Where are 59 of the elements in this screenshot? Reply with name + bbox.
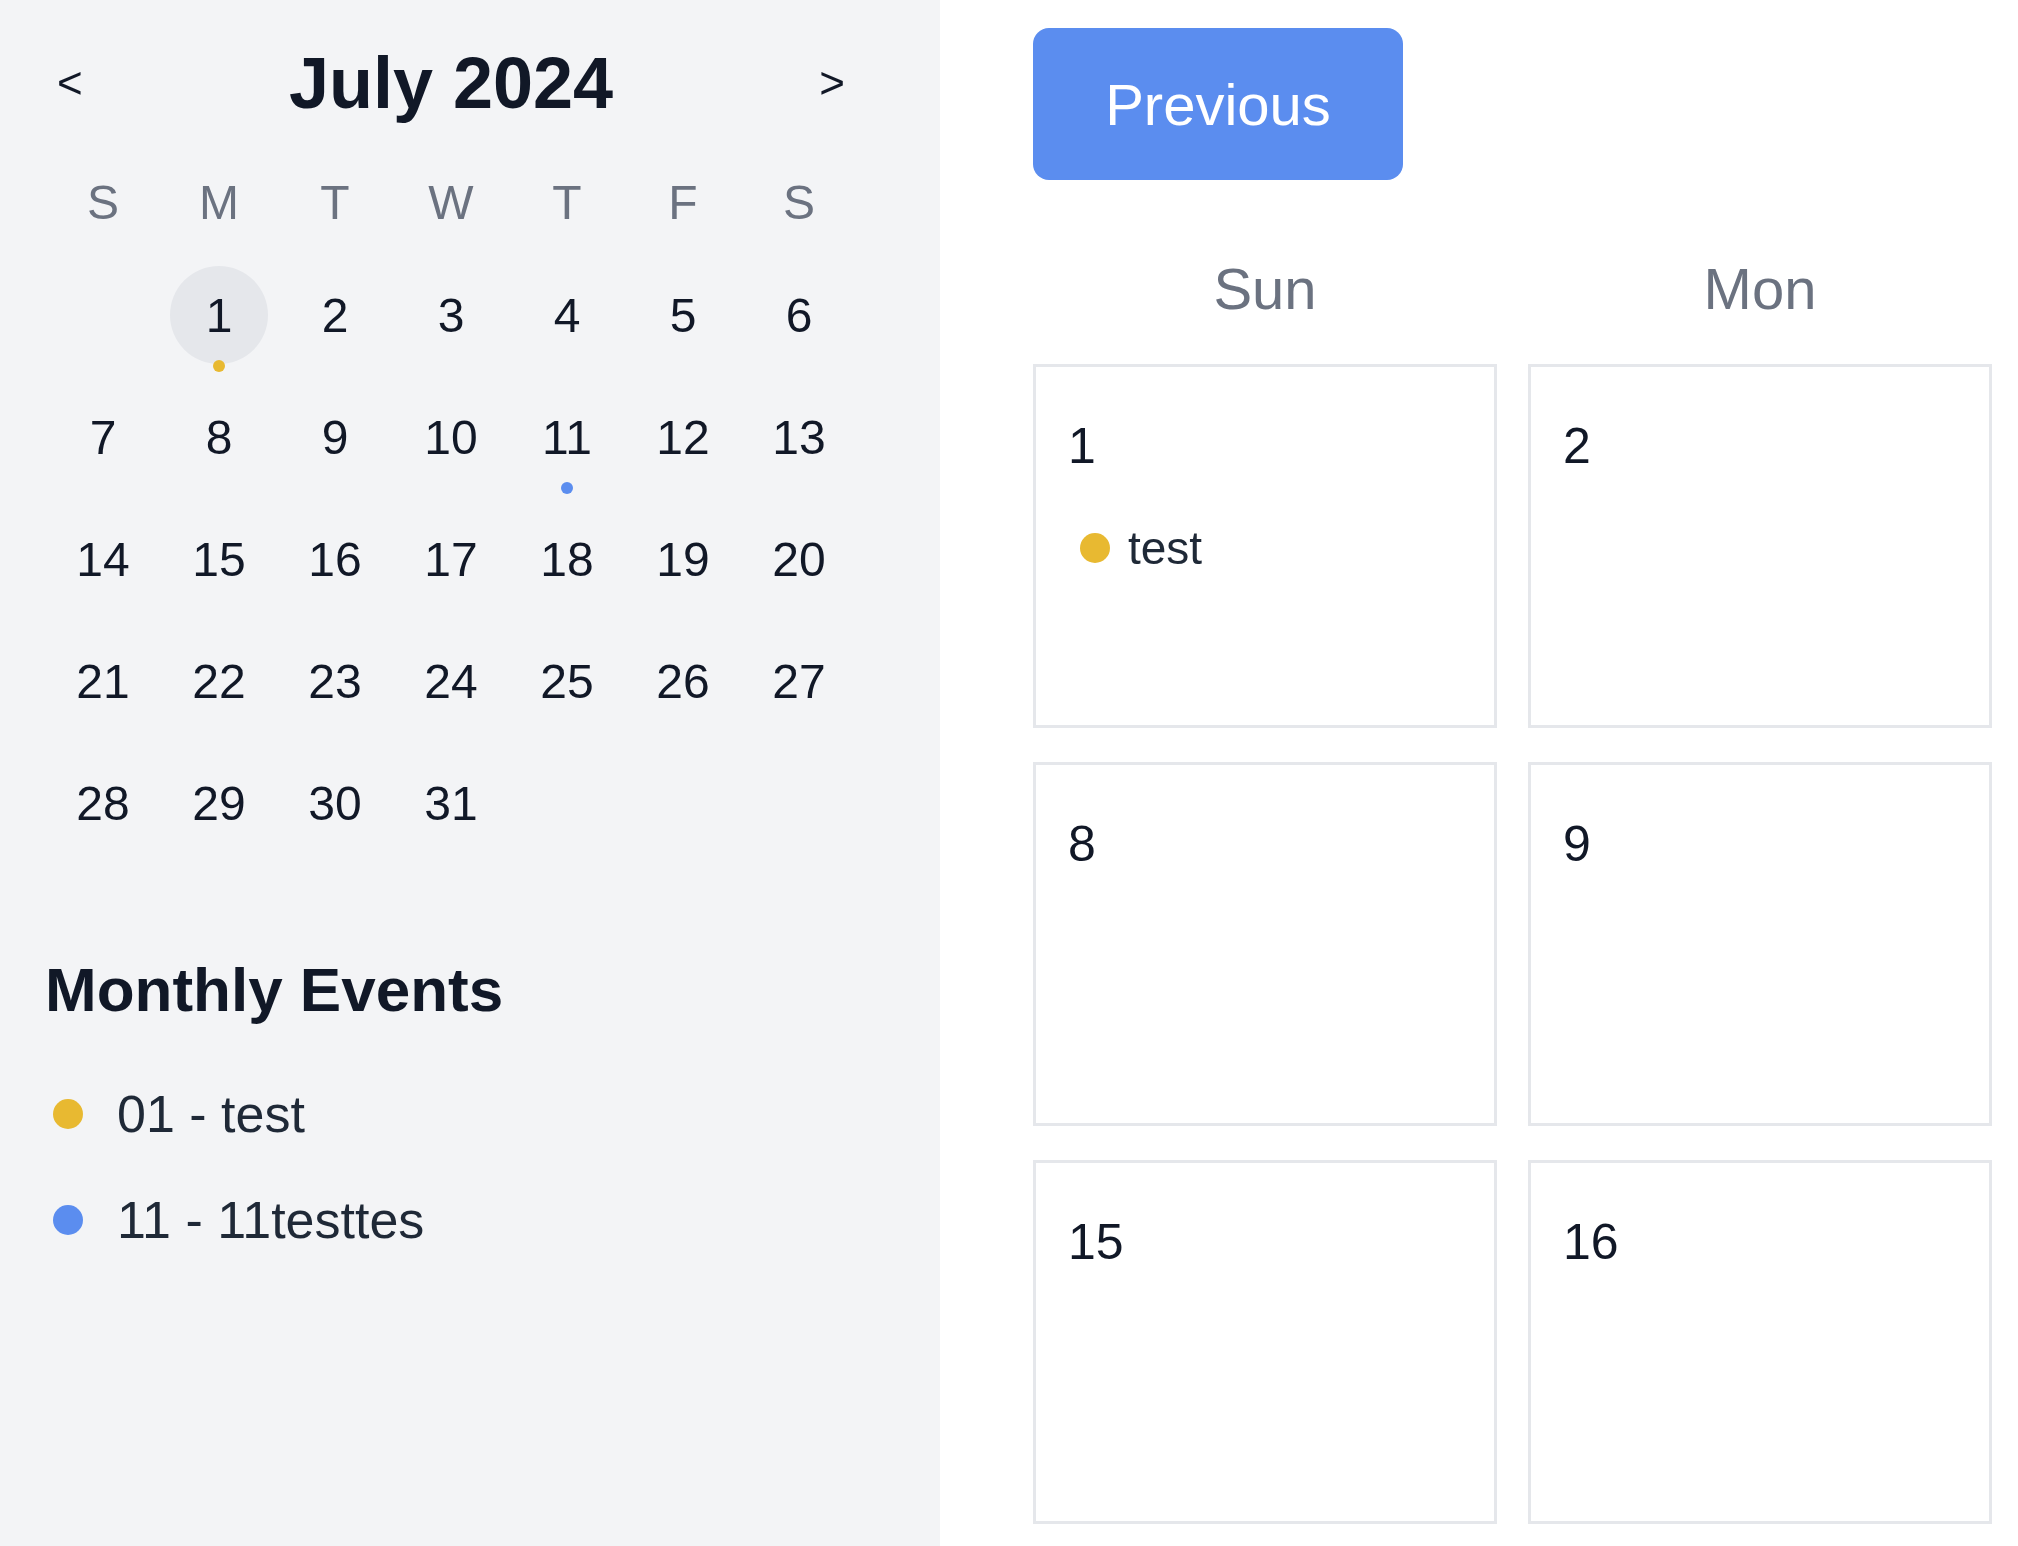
calendar-day[interactable]: 12 <box>634 388 732 486</box>
calendar-day[interactable]: 27 <box>750 632 848 730</box>
calendar-day[interactable]: 19 <box>634 510 732 608</box>
weekday-label: F <box>667 175 699 231</box>
calendar-day[interactable]: 23 <box>286 632 384 730</box>
previous-month-button[interactable]: < <box>45 58 95 108</box>
day-number: 9 <box>1563 815 1591 873</box>
calendar-day[interactable]: 17 <box>402 510 500 608</box>
day-column-header: Mon <box>1702 255 1818 323</box>
day-number: 15 <box>1068 1213 1124 1271</box>
calendar-day[interactable]: 16 <box>286 510 384 608</box>
calendar-day[interactable]: 30 <box>286 754 384 852</box>
day-number: 16 <box>1563 1213 1619 1271</box>
calendar-day[interactable]: 3 <box>402 266 500 364</box>
calendar-day[interactable]: 29 <box>170 754 268 852</box>
day-cell[interactable]: 16 <box>1528 1160 1992 1524</box>
calendar-day[interactable]: 21 <box>54 632 152 730</box>
calendar-day[interactable]: 2 <box>286 266 384 364</box>
day-cell[interactable]: 1 test <box>1033 364 1497 728</box>
next-month-button[interactable]: > <box>807 58 857 108</box>
calendar-day[interactable]: 5 <box>634 266 732 364</box>
day-cell[interactable]: 8 <box>1033 762 1497 1126</box>
weekday-label: T <box>319 175 351 231</box>
calendar-day[interactable]: 22 <box>170 632 268 730</box>
day-number: 2 <box>1563 417 1591 475</box>
day-cell[interactable]: 15 <box>1033 1160 1497 1524</box>
calendar-day[interactable]: 14 <box>54 510 152 608</box>
day-number: 8 <box>1068 815 1096 873</box>
weekday-label: W <box>427 175 475 231</box>
calendar-day[interactable]: 1 <box>170 266 268 364</box>
day-cell[interactable]: 2 <box>1528 364 1992 728</box>
weekday-label: S <box>86 175 120 231</box>
calendar-day[interactable]: 10 <box>402 388 500 486</box>
event-label: 11 - 11testtes <box>117 1190 425 1250</box>
day-column-header: Sun <box>1212 255 1318 323</box>
calendar-day[interactable]: 24 <box>402 632 500 730</box>
calendar-day[interactable]: 20 <box>750 510 848 608</box>
calendar-day[interactable]: 13 <box>750 388 848 486</box>
calendar-day[interactable]: 8 <box>170 388 268 486</box>
calendar-day[interactable]: 15 <box>170 510 268 608</box>
calendar-day[interactable]: 7 <box>54 388 152 486</box>
weekday-label: T <box>551 175 583 231</box>
calendar-day[interactable]: 18 <box>518 510 616 608</box>
calendar-day[interactable]: 31 <box>402 754 500 852</box>
calendar-day[interactable]: 26 <box>634 632 732 730</box>
calendar-day[interactable]: 25 <box>518 632 616 730</box>
event-label: 01 - test <box>117 1084 305 1144</box>
day-number: 1 <box>1068 417 1096 475</box>
calendar-day[interactable]: 6 <box>750 266 848 364</box>
day-cell[interactable]: 9 <box>1528 762 1992 1126</box>
calendar-day[interactable]: 4 <box>518 266 616 364</box>
event-label: test <box>1128 521 1203 575</box>
weekday-label: M <box>198 175 240 231</box>
calendar-day[interactable]: 9 <box>286 388 384 486</box>
weekday-label: S <box>782 175 816 231</box>
calendar-day[interactable]: 28 <box>54 754 152 852</box>
month-title: July 2024 <box>288 42 614 124</box>
calendar-day[interactable]: 11 <box>518 388 616 486</box>
section-heading: Monthly Events <box>45 954 505 1025</box>
